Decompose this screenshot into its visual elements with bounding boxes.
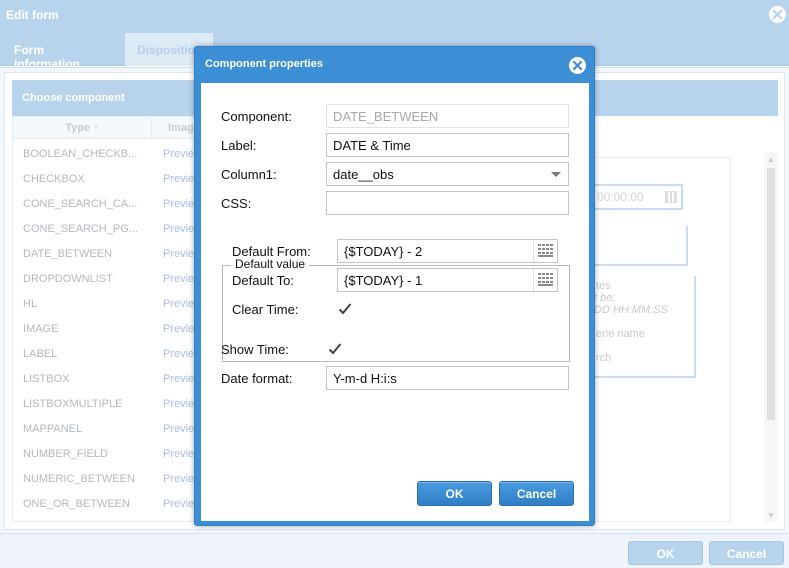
preview-link[interactable]: Previe [163, 348, 194, 360]
show-time-checkbox[interactable] [328, 342, 342, 356]
column1-label: Column1: [221, 167, 277, 182]
dialog-title: Component properties [205, 58, 323, 70]
show-time-label: Show Time: [221, 342, 289, 357]
component-type-cell: ONE_OR_BETWEEN [23, 498, 130, 510]
label-field[interactable]: DATE & Time [326, 133, 569, 157]
preview-link[interactable]: Previe [163, 173, 194, 185]
component-field: DATE_BETWEEN [326, 104, 569, 128]
table-row[interactable]: CONE_SEARCH_PG... Previe [13, 217, 213, 242]
preview-link[interactable]: Previe [163, 498, 194, 510]
preview-link[interactable]: Previe [163, 273, 194, 285]
component-type-cell: CONE_SEARCH_CA... [23, 198, 138, 210]
calendar-icon[interactable] [533, 240, 557, 262]
component-type-cell: CONE_SEARCH_PG... [23, 223, 138, 235]
preview-line-3: DD HH:MM:SS [594, 304, 668, 316]
cancel-button[interactable]: Cancel [499, 481, 574, 506]
table-row[interactable]: CHECKBOX Previe [13, 167, 213, 192]
grid-header: Type ↑ Imag [13, 117, 213, 139]
component-type-cell: CHECKBOX [23, 173, 85, 185]
table-row[interactable]: LISTBOXMULTIPLE Previe [13, 392, 213, 417]
default-to-field[interactable]: {$TODAY} - 1 [337, 268, 558, 292]
default-to-label: Default To: [232, 273, 294, 288]
edit-form-ok-button[interactable]: OK [628, 541, 703, 565]
table-row[interactable]: HL Previe [13, 292, 213, 317]
table-row[interactable]: MAPPANEL Previe [13, 417, 213, 442]
calendar-icon [665, 191, 677, 203]
preview-line-1: tes [596, 280, 611, 292]
clear-time-checkbox[interactable] [338, 302, 352, 316]
component-label: Component: [221, 109, 292, 124]
date-format-label: Date format: [221, 371, 293, 386]
preview-time-text: 00:00:00 [597, 190, 644, 204]
scroll-up-arrow-icon[interactable]: ▲ [767, 155, 775, 164]
component-type-cell: MAPPANEL [23, 423, 83, 435]
component-type-cell: LABEL [23, 348, 58, 360]
preview-link[interactable]: Previe [163, 398, 194, 410]
label-label: Label: [221, 138, 257, 153]
table-row[interactable]: CONE_SEARCH_CA... Previe [13, 192, 213, 217]
component-grid: Type ↑ Imag BOOLEAN_CHECKB... Previe CHECK… [12, 116, 213, 522]
column-header-type[interactable]: Type ↑ [13, 117, 152, 139]
preview-link[interactable]: Previe [163, 298, 194, 310]
default-to-value: {$TODAY} - 1 [344, 273, 423, 288]
tab-form-information[interactable]: Form Information [2, 33, 122, 71]
css-label: CSS: [221, 196, 252, 211]
table-row[interactable]: IMAGE Previe [13, 317, 213, 342]
close-icon[interactable] [569, 57, 586, 74]
ok-button[interactable]: OK [417, 481, 492, 506]
preview-link[interactable]: Previe [163, 423, 194, 435]
table-row[interactable]: ONE_OR_BETWEEN Previe [13, 492, 213, 517]
clear-time-label: Clear Time: [232, 302, 299, 317]
component-type-cell: DROPDOWNLIST [23, 273, 113, 285]
preview-link[interactable]: Previe [163, 148, 194, 160]
preview-link[interactable]: Previe [163, 323, 194, 335]
table-row[interactable]: NUMERIC_BETWEEN Previe [13, 467, 213, 492]
component-type-cell: HL [23, 298, 38, 310]
preview-link[interactable]: Previe [163, 223, 194, 235]
column-header-image[interactable]: Imag [168, 122, 194, 134]
component-type-cell: LISTBOXMULTIPLE [23, 398, 123, 410]
component-properties-dialog: Component properties Component: DATE_BET… [194, 46, 595, 526]
table-row[interactable]: NUMBER_FIELD Previe [13, 442, 213, 467]
preview-link[interactable]: Previe [163, 248, 194, 260]
table-row[interactable]: BOOLEAN_CHECKB... Previe [13, 142, 213, 167]
preview-link[interactable]: Previe [163, 473, 194, 485]
default-from-field[interactable]: {$TODAY} - 2 [337, 239, 558, 263]
table-row[interactable]: DATE_BETWEEN Previe [13, 242, 213, 267]
choose-component-title: Choose component [22, 92, 125, 104]
column1-combo[interactable]: date__obs [326, 162, 569, 186]
default-from-label: Default From: [232, 244, 311, 259]
component-type-cell: NUMERIC_BETWEEN [23, 473, 135, 485]
calendar-icon[interactable] [533, 269, 557, 291]
table-row[interactable]: LISTBOX Previe [13, 367, 213, 392]
component-type-cell: IMAGE [23, 323, 59, 335]
edit-form-cancel-button[interactable]: Cancel [709, 541, 784, 565]
table-row[interactable]: LABEL Previe [13, 342, 213, 367]
preview-line-4: erie name [596, 328, 645, 340]
preview-link[interactable]: Previe [163, 448, 194, 460]
scroll-down-arrow-icon[interactable]: ▼ [767, 511, 775, 520]
default-value-legend: Default value [231, 257, 310, 271]
preview-line-5: rch [596, 352, 612, 364]
column1-value: date__obs [333, 167, 394, 182]
edit-form-titlebar: Edit form [0, 0, 789, 30]
close-icon[interactable] [769, 6, 786, 23]
component-type-cell: LISTBOX [23, 373, 70, 385]
component-type-cell: NUMBER_FIELD [23, 448, 108, 460]
dialog-body: Component: DATE_BETWEEN Label: DATE & Ti… [201, 83, 589, 521]
preview-link[interactable]: Previe [163, 373, 194, 385]
table-row[interactable]: DROPDOWNLIST Previe [13, 267, 213, 292]
preview-link[interactable]: Previe [163, 198, 194, 210]
default-from-value: {$TODAY} - 2 [344, 244, 423, 259]
scroll-thumb[interactable] [767, 168, 775, 420]
component-type-cell: DATE_BETWEEN [23, 248, 113, 260]
date-format-field[interactable]: Y-m-d H:i:s [326, 366, 569, 390]
css-field[interactable] [326, 191, 569, 215]
component-type-cell: BOOLEAN_CHECKB... [23, 148, 138, 160]
chevron-down-icon[interactable] [551, 172, 561, 177]
preview-line-2: t be: [594, 292, 616, 304]
preview-scrollbar[interactable]: ▲ ▼ [764, 152, 778, 522]
edit-form-title: Edit form [6, 8, 59, 22]
